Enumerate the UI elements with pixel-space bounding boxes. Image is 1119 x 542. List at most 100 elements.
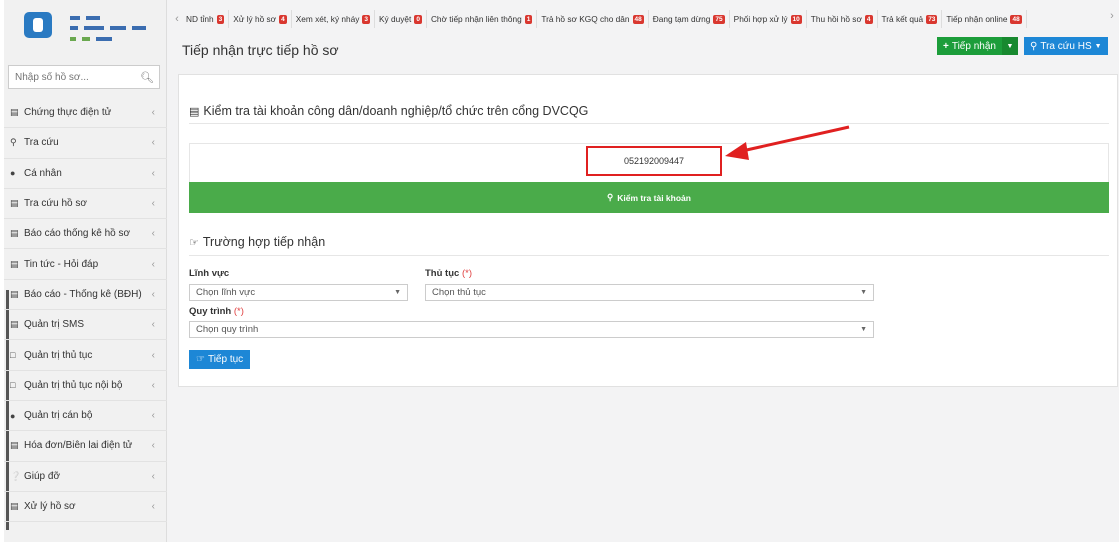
hand-pointer-icon: ☞: [189, 236, 199, 249]
check-account-button[interactable]: ⚲ Kiểm tra tài khoản: [189, 182, 1109, 213]
tab-xem-xet-ky-nhay[interactable]: Xem xét, ký nháy 3: [292, 10, 376, 28]
sidebar: 🔍︎ ▤ Chứng thực điện tử ‹ ⚲ Tra cứu ‹ ● Cá nh…: [0, 0, 167, 542]
receive-dropdown-button[interactable]: ▼: [1001, 37, 1018, 55]
tab-ky-duyet[interactable]: Ký duyệt 0: [375, 10, 427, 28]
check-section-title: ▤ Kiểm tra tài khoản công dân/doanh nghi…: [189, 104, 588, 118]
sidebar-menu: ▤ Chứng thực điện tử ‹ ⚲ Tra cứu ‹ ● Cá nhân ‹…: [4, 98, 167, 523]
sidebar-item-xu-ly-ho-so[interactable]: ▤ Xử lý hồ sơ ‹: [4, 492, 167, 523]
tab-label: Chờ tiếp nhận liên thông: [430, 14, 522, 24]
tab-label: ND tỉnh: [186, 14, 214, 24]
logo-bar: [70, 37, 76, 41]
tab-cho-tiep-nhan-lien-thong[interactable]: Chờ tiếp nhận liên thông 1: [427, 10, 538, 28]
continue-button[interactable]: ☞ Tiếp tục: [189, 350, 251, 369]
account-number-input[interactable]: [586, 146, 722, 176]
sidebar-item-quan-tri-can-bo[interactable]: ● Quản trị cán bộ ‹: [4, 401, 167, 432]
count-badge: 3: [216, 14, 225, 24]
tab-tra-ho-so-kgq[interactable]: Trả hồ sơ KGQ cho dân 48: [537, 10, 649, 28]
field-label: Lĩnh vực: [189, 268, 229, 279]
chevron-left-icon: ‹: [151, 410, 155, 422]
count-badge: 48: [1010, 14, 1022, 24]
receive-button[interactable]: + Tiếp nhận: [937, 37, 1002, 55]
tab-nd-tinh[interactable]: ND tỉnh 3: [182, 10, 230, 28]
sidebar-item-giup-do[interactable]: ❔ Giúp đỡ ‹: [4, 462, 167, 492]
logo-mark: [24, 12, 52, 38]
sidebar-item-label: Báo cáo - Thống kê (BĐH): [24, 288, 142, 300]
sidebar-item-bao-cao-thong-ke-bdh[interactable]: ▤ Báo cáo - Thống kê (BĐH) ‹: [4, 280, 167, 311]
count-badge: 4: [864, 14, 873, 24]
process-select-value: Chọn quy trình: [196, 324, 259, 335]
field-select[interactable]: Chọn lĩnh vực ▼: [189, 284, 408, 301]
tab-label: Phối hợp xử lý: [733, 14, 788, 24]
logo-bar: [70, 16, 80, 20]
chevron-left-icon[interactable]: ‹: [172, 13, 182, 25]
hand-pointer-icon: ☞: [196, 354, 205, 365]
sidebar-item-label: Quản trị thủ tục nội bộ: [24, 379, 123, 391]
continue-label: Tiếp tục: [207, 354, 244, 365]
tab-phoi-hop-xu-ly[interactable]: Phối hợp xử lý 10: [730, 10, 807, 28]
field-select-value: Chọn lĩnh vực: [196, 287, 256, 298]
tab-label: Đang tạm dừng: [652, 14, 711, 24]
logo-bar: [110, 26, 126, 30]
sidebar-item-label: Quản trị SMS: [24, 319, 85, 331]
check-button-label: Kiểm tra tài khoản: [617, 192, 691, 203]
sidebar-item-label: Tra cứu: [24, 137, 59, 149]
chevron-left-icon: ‹: [151, 228, 155, 240]
count-badge: 10: [790, 14, 802, 24]
sidebar-item-quan-tri-thu-tuc[interactable]: □ Quản trị thủ tục ‹: [4, 340, 167, 371]
chevron-left-icon: ‹: [151, 319, 155, 331]
tab-thu-hoi-ho-so[interactable]: Thu hồi hồ sơ 4: [807, 10, 878, 28]
chevron-left-icon: ‹: [151, 440, 155, 452]
caret-down-icon: ▼: [1094, 42, 1102, 50]
tab-tiep-nhan-online[interactable]: Tiếp nhận online 48: [942, 10, 1027, 28]
sidebar-item-label: Chứng thực điện tử: [24, 107, 112, 119]
logo-bar: [82, 37, 90, 41]
caret-down-icon: ▼: [860, 326, 867, 333]
procedure-select-value: Chọn thủ tục: [432, 287, 486, 298]
document-icon: □: [10, 350, 16, 361]
chevron-right-icon[interactable]: ›: [1107, 10, 1117, 22]
case-section-title: ☞ Trường hợp tiếp nhận: [189, 235, 325, 249]
search-icon: ⚲: [1030, 40, 1038, 52]
count-badge: 75: [713, 14, 725, 24]
count-badge: 1: [524, 14, 533, 24]
divider: [189, 123, 1109, 124]
sidebar-item-bao-cao-thong-ke-ho-so[interactable]: ▤ Báo cáo thống kê hồ sơ ‹: [4, 219, 167, 250]
sidebar-item-tra-cuu-ho-so[interactable]: ▤ Tra cứu hồ sơ ‹: [4, 189, 167, 220]
tab-label: Xem xét, ký nháy: [295, 14, 360, 24]
help-icon: ❔: [10, 470, 22, 481]
account-row: [189, 143, 1109, 183]
sidebar-item-label: Xử lý hồ sơ: [24, 501, 76, 512]
sidebar-item-tin-tuc-hoi-dap[interactable]: ▤ Tin tức - Hỏi đáp ‹: [4, 249, 167, 280]
chevron-left-icon: ‹: [151, 379, 155, 391]
tab-label: Tiếp nhận online: [946, 14, 1008, 24]
receive-label: Tiếp nhận: [951, 40, 996, 52]
divider: [189, 255, 1109, 256]
sidebar-item-tra-cuu[interactable]: ⚲ Tra cứu ‹: [4, 128, 167, 159]
tab-xu-ly-ho-so[interactable]: Xử lý hồ sơ 4: [229, 10, 292, 28]
procedure-select[interactable]: Chọn thủ tục ▼: [425, 284, 874, 301]
sidebar-search[interactable]: 🔍︎: [8, 65, 160, 89]
chevron-left-icon: ‹: [151, 349, 155, 361]
lookup-label: Tra cứu HS: [1040, 40, 1092, 52]
tab-label: Xử lý hồ sơ: [233, 14, 277, 24]
sidebar-item-ca-nhan[interactable]: ● Cá nhân ‹: [4, 159, 167, 189]
chevron-left-icon: ‹: [151, 137, 155, 149]
tab-label: Trả kết quả: [881, 14, 924, 24]
list-icon: ▤: [10, 258, 19, 269]
chevron-left-icon: ‹: [151, 470, 155, 482]
search-icon[interactable]: 🔍︎: [140, 71, 154, 84]
document-icon: □: [10, 380, 16, 391]
tab-tra-ket-qua[interactable]: Trả kết quả 73: [878, 10, 943, 28]
logo[interactable]: [12, 4, 162, 48]
sidebar-item-quan-tri-sms[interactable]: ▤ Quản trị SMS ‹: [4, 310, 167, 341]
id-card-icon: ▤: [189, 105, 200, 118]
search-input[interactable]: [15, 71, 140, 83]
tab-dang-tam-dung[interactable]: Đang tạm dừng 75: [649, 10, 730, 28]
sidebar-item-hoa-don-bien-lai[interactable]: ▤ Hóa đơn/Biên lai điện tử ‹: [4, 431, 167, 462]
process-select[interactable]: Chọn quy trình ▼: [189, 321, 874, 338]
lookup-button[interactable]: ⚲ Tra cứu HS ▼: [1024, 37, 1108, 55]
sidebar-item-label: Quản trị cán bộ: [24, 410, 93, 422]
sidebar-item-chung-thuc-dien-tu[interactable]: ▤ Chứng thực điện tử ‹: [4, 98, 167, 129]
chevron-left-icon: ‹: [151, 107, 155, 119]
sidebar-item-quan-tri-thu-tuc-noi-bo[interactable]: □ Quản trị thủ tục nội bộ ‹: [4, 371, 167, 401]
